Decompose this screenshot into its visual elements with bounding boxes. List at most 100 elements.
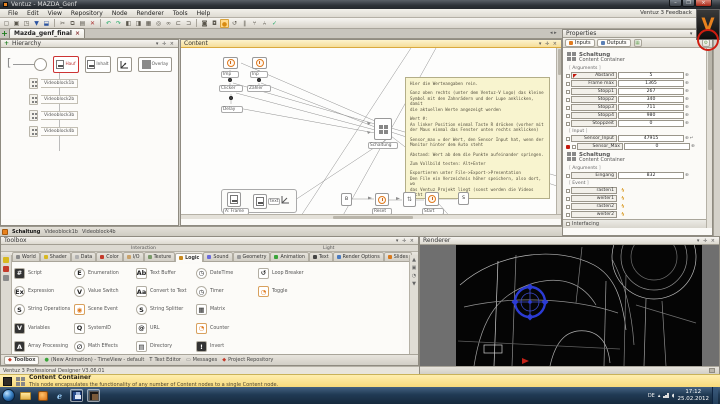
- toolbox-item-enumeration[interactable]: EEnumeration: [72, 264, 134, 282]
- toolbox-tab-shader[interactable]: Shader: [40, 252, 71, 261]
- zoom-icon[interactable]: ◎: [154, 19, 163, 28]
- toolbox-item-text-buffer[interactable]: AbText Buffer: [134, 264, 194, 282]
- comment-note[interactable]: Hier die Werteangaben rein.Ganz oben rec…: [405, 77, 550, 199]
- property-value[interactable]: 980: [618, 112, 684, 119]
- view-tab-new-animation-timeview-default[interactable]: ●(New Animation) - TimeView - default: [44, 357, 144, 363]
- pin-icon[interactable]: ⊕: [685, 136, 689, 141]
- graph-node-reset[interactable]: [375, 193, 389, 206]
- node-graph-canvas[interactable]: Imp Inp Clicker Zähler Delay Schaltung H…: [181, 48, 561, 219]
- property-checkbox[interactable]: [566, 74, 570, 78]
- property-checkbox[interactable]: [566, 174, 570, 178]
- toolbox-tab-logic[interactable]: Logic: [175, 253, 203, 262]
- view-tab-text-editor[interactable]: TText Editor: [149, 357, 181, 363]
- layout-horizontal-icon[interactable]: ◧: [124, 19, 133, 28]
- play-icon[interactable]: ●: [220, 19, 229, 28]
- taskbar-app-image-viewer[interactable]: [87, 389, 100, 402]
- minimize-button[interactable]: –: [669, 0, 682, 7]
- property-value[interactable]: 340: [618, 96, 684, 103]
- property-section-header[interactable]: SchaltungContent Container: [567, 152, 704, 164]
- toolbox-item-datetime[interactable]: ◷DateTime: [194, 264, 256, 282]
- property-value[interactable]: 1365: [618, 80, 684, 87]
- hierarchy-panel-buttons[interactable]: ▾ ✛ ×: [156, 41, 175, 47]
- taskbar-app-internet-explorer[interactable]: e: [53, 389, 66, 402]
- graph-node-frame[interactable]: [227, 192, 241, 207]
- property-row-stopp3[interactable]: Stopp3711⊕: [566, 104, 704, 111]
- camera-icon[interactable]: ◙: [200, 19, 209, 28]
- tree-item-videoblock2b[interactable]: Videoblock2b: [29, 94, 78, 105]
- tray-expand-icon[interactable]: ▴: [658, 393, 661, 399]
- toolbox-tab-animation[interactable]: Animation: [270, 252, 308, 261]
- property-value[interactable]: 711: [618, 104, 684, 111]
- menu-node[interactable]: Node: [108, 10, 132, 17]
- toolbox-item-variables[interactable]: VVariables: [12, 319, 72, 337]
- view-tab-messages[interactable]: ▭Messages: [186, 357, 217, 363]
- property-value[interactable]: 0: [618, 120, 684, 127]
- pin-icon[interactable]: ⊕: [685, 97, 689, 102]
- event-bolt-icon[interactable]: ϟ: [621, 196, 625, 202]
- tree-node-overlay[interactable]: Overlay: [138, 57, 172, 72]
- toolbox-item-systemid[interactable]: QSystemID: [72, 319, 134, 337]
- network-icon[interactable]: [663, 393, 669, 398]
- event-bolt-icon[interactable]: ϟ: [621, 212, 625, 218]
- taskbar-app-ventuz-save[interactable]: [70, 389, 83, 402]
- graph-node-dot[interactable]: [228, 78, 232, 82]
- toolbox-item-expression[interactable]: ExExpression: [12, 282, 72, 300]
- tree-node-axis[interactable]: [117, 57, 132, 72]
- toolbox-tab-geometry[interactable]: Geometry: [233, 252, 271, 261]
- pin-icon[interactable]: ⊕: [685, 105, 689, 110]
- content-header[interactable]: Content ▾ ✛ ×: [181, 40, 561, 48]
- toolbox-item-timer[interactable]: ◷Timer: [194, 282, 256, 300]
- property-checkbox[interactable]: [566, 106, 570, 110]
- language-indicator[interactable]: DE: [648, 393, 655, 399]
- menu-repository[interactable]: Repository: [67, 10, 107, 17]
- property-checkbox[interactable]: [566, 197, 570, 201]
- property-value[interactable]: 0: [624, 143, 690, 150]
- property-section-header[interactable]: SchaltungContent Container: [567, 52, 704, 64]
- merge-icon[interactable]: ⑃: [260, 19, 269, 28]
- property-row-sensor-input[interactable]: Sensor_Input47915⊕↵: [566, 135, 704, 142]
- event-bolt-icon[interactable]: ϟ: [621, 204, 625, 210]
- pin-icon[interactable]: ⊕: [685, 173, 689, 178]
- graph-node-container[interactable]: [374, 118, 392, 140]
- copy-icon[interactable]: ⧉: [68, 19, 77, 28]
- property-row-eingang[interactable]: Eingang832⊕: [566, 172, 704, 179]
- start-button[interactable]: [2, 389, 15, 402]
- tree-item-videoblock1b[interactable]: Videoblock1b: [29, 78, 78, 89]
- align-right-icon[interactable]: ⊐: [184, 19, 193, 28]
- properties-scrollbar[interactable]: [706, 48, 712, 228]
- toolbox-tab-color[interactable]: Color: [96, 252, 123, 261]
- toolbox-tab-world[interactable]: World: [12, 252, 40, 261]
- redo-icon[interactable]: ↷: [114, 19, 123, 28]
- hierarchy-add-icon[interactable]: +: [4, 40, 9, 47]
- property-row-stopp1[interactable]: Stopp1267⊕: [566, 88, 704, 95]
- graph-node-timer1[interactable]: [223, 57, 238, 69]
- properties-tab-inputs[interactable]: Inputs: [565, 39, 595, 47]
- link-icon[interactable]: ∞: [164, 19, 173, 28]
- property-row-frame-max[interactable]: Frame max1365⊕: [566, 80, 704, 87]
- branch-icon[interactable]: ⑂: [250, 19, 259, 28]
- maximize-button[interactable]: ❐: [682, 0, 695, 7]
- show-desktop-button[interactable]: [712, 387, 718, 404]
- pin-icon[interactable]: ⊕: [685, 73, 689, 78]
- graph-node-timer2[interactable]: [252, 57, 267, 69]
- property-row-rasten1[interactable]: rasten1ϟ: [566, 187, 704, 194]
- menu-help[interactable]: Help: [193, 10, 215, 17]
- property-checkbox[interactable]: [566, 122, 570, 126]
- hierarchy-tree[interactable]: [ Hauf Inhalt Overlay Videoblock1bVideob…: [1, 48, 178, 219]
- loop-icon[interactable]: ↺: [230, 19, 239, 28]
- tree-node-haupt[interactable]: Hauf: [53, 56, 79, 73]
- interfacing-tab[interactable]: Interfacing: [572, 221, 599, 227]
- new-project-icon[interactable]: ▣: [12, 19, 21, 28]
- property-checkbox[interactable]: [572, 145, 576, 149]
- scene-tab-videoblock4b[interactable]: Videoblock4b: [82, 229, 116, 235]
- toolbox-item-convert-to-text[interactable]: AaConvert to Text: [134, 282, 194, 300]
- event-bolt-icon[interactable]: ϟ: [621, 188, 625, 194]
- property-checkbox[interactable]: [566, 90, 570, 94]
- grid-icon[interactable]: ▦: [144, 19, 153, 28]
- menu-file[interactable]: File: [4, 10, 22, 17]
- pin-icon[interactable]: ⊕: [685, 89, 689, 94]
- property-checkbox[interactable]: [566, 82, 570, 86]
- graph-node-start[interactable]: [425, 192, 439, 206]
- toolbox-item-scene-event[interactable]: ◉Scene Event: [72, 301, 134, 319]
- properties-tab-outputs[interactable]: Outputs: [597, 39, 631, 47]
